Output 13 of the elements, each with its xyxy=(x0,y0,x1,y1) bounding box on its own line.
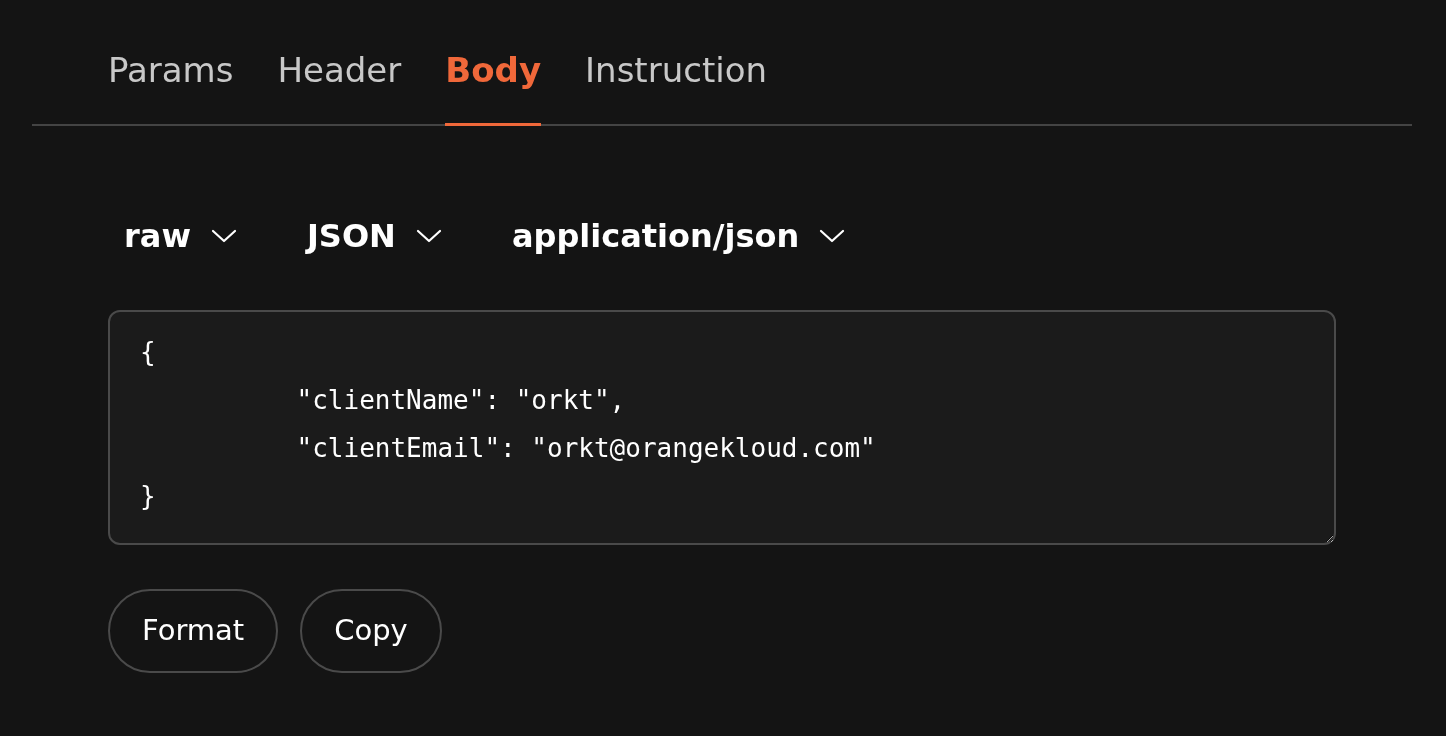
action-button[interactable]: Format xyxy=(108,589,279,673)
chevron-down-icon xyxy=(210,229,237,243)
json-body-editor[interactable]: { "clientName": "orkt", "clientEmail": "orkt@orangekloud.com" } xyxy=(108,310,1336,545)
dropdown[interactable]: JSON xyxy=(306,212,442,260)
tab[interactable]: Instruction xyxy=(585,50,768,126)
dropdown[interactable]: raw xyxy=(124,212,237,260)
chevron-down-icon xyxy=(415,229,442,243)
action-button[interactable]: Copy xyxy=(300,589,442,673)
tab[interactable]: Params xyxy=(108,50,234,126)
chevron-down-icon xyxy=(819,229,846,243)
dropdown[interactable]: application/json xyxy=(511,212,846,260)
tab[interactable]: Header xyxy=(277,50,402,126)
tab[interactable]: Body xyxy=(445,50,542,126)
